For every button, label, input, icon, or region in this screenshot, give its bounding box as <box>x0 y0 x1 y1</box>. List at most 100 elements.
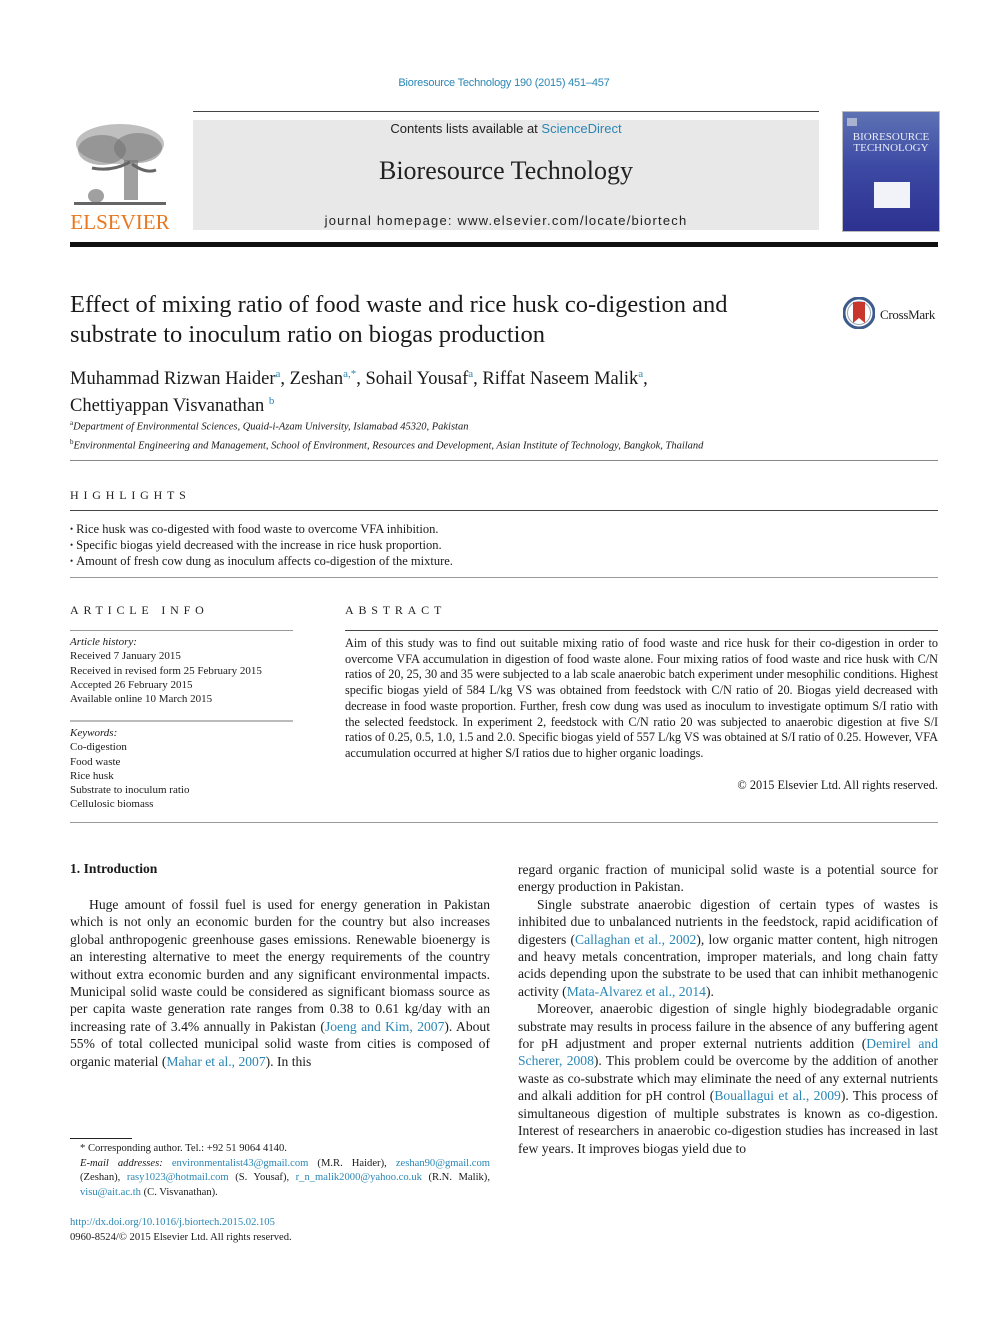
keywords-rule <box>70 720 293 722</box>
citation-link[interactable]: Mahar et al., 2007 <box>166 1054 265 1069</box>
article-history: Article history: Received 7 January 2015… <box>70 635 294 706</box>
crossmark-button[interactable]: CrossMark <box>843 297 943 333</box>
bullet-icon: • <box>70 524 74 534</box>
author-separator: , <box>280 369 290 390</box>
article-title: Effect of mixing ratio of food waste and… <box>70 291 728 348</box>
history-entry: Received in revised form 25 February 201… <box>70 664 262 677</box>
corresponding-author-note: * Corresponding author. Tel.: +92 51 906… <box>80 1143 287 1154</box>
abstract-heading: ABSTRACT <box>345 603 447 617</box>
section-heading-introduction: 1. Introduction <box>70 861 158 876</box>
journal-citation[interactable]: Bioresource Technology 190 (2015) 451–45… <box>0 77 992 89</box>
doi-link[interactable]: http://dx.doi.org/10.1016/j.biortech.201… <box>70 1216 292 1231</box>
journal-citation-link[interactable]: Bioresource Technology 190 (2015) 451–45… <box>398 77 609 89</box>
email-owner: (M.R. Haider), <box>308 1157 396 1169</box>
email-owner: (R.N. Malik), <box>421 1172 490 1183</box>
contents-prefix: Contents lists available at <box>390 121 542 136</box>
cover-figure <box>874 182 910 208</box>
abstract-text: Aim of this study was to find out suitab… <box>345 636 938 760</box>
email-label: E-mail addresses: <box>80 1157 172 1169</box>
keyword: Cellulosic biomass <box>70 798 154 811</box>
author[interactable]: Muhammad Rizwan Haidera <box>70 368 280 389</box>
bullet-icon: • <box>70 556 74 566</box>
history-entry: Received 7 January 2015 <box>70 650 181 663</box>
author[interactable]: Chettiyappan Visvanathan b <box>70 395 275 416</box>
highlights-rule-bottom <box>70 577 938 578</box>
paragraph-text: ). In this <box>265 1053 312 1069</box>
paragraph-text: Huge amount of fossil fuel is used for e… <box>70 897 490 1034</box>
header-thick-rule <box>70 242 938 247</box>
highlight-item: • Rice husk was co-digested with food was… <box>70 521 940 537</box>
journal-cover-image[interactable]: BIORESOURCE TECHNOLOGY <box>842 111 940 232</box>
email-addresses: E-mail addresses: environmentalist43@gma… <box>70 1157 490 1201</box>
cover-title-line2: TECHNOLOGY <box>853 142 929 154</box>
keywords-label: Keywords: <box>70 727 118 739</box>
header-rule <box>193 111 819 112</box>
bullet-icon: • <box>70 540 74 550</box>
title-separator-rule <box>70 460 938 461</box>
issn-copyright: 0960-8524/© 2015 Elsevier Ltd. All right… <box>70 1231 292 1243</box>
highlights-list: • Rice husk was co-digested with food was… <box>70 521 940 569</box>
cover-publisher-mark <box>847 118 857 126</box>
email-link[interactable]: visu@ait.ac.th <box>80 1187 141 1198</box>
affiliation-text: Department of Environmental Sciences, Qu… <box>73 421 469 433</box>
affiliation-text: Environmental Engineering and Management… <box>73 440 704 451</box>
email-link[interactable]: zeshan90@gmail.com <box>396 1158 490 1169</box>
highlight-text: Amount of fresh cow dung as inoculum aff… <box>76 554 453 568</box>
citation-link[interactable]: Mata-Alvarez et al., 2014 <box>567 984 706 999</box>
keyword: Food waste <box>70 755 121 768</box>
email-link[interactable]: r_n_malik2000@yahoo.co.uk <box>296 1172 422 1183</box>
highlight-text: Specific biogas yield decreased with the… <box>76 538 442 552</box>
elsevier-logo: ELSEVIER <box>70 120 174 234</box>
doi-block: http://dx.doi.org/10.1016/j.biortech.201… <box>70 1216 292 1245</box>
highlight-text: Rice husk was co-digested with food wast… <box>76 522 439 536</box>
author-affil-link[interactable]: a,* <box>343 368 356 380</box>
body-paragraph: Single substrate anaerobic digestion of … <box>518 896 938 1000</box>
cover-title: BIORESOURCE TECHNOLOGY <box>843 132 939 154</box>
footnotes: * Corresponding author. Tel.: +92 51 906… <box>70 1142 490 1200</box>
abstract-copyright: © 2015 Elsevier Ltd. All rights reserved… <box>737 778 938 792</box>
article-info-rule <box>70 630 293 631</box>
author-name: Riffat Naseem Malik <box>482 369 639 390</box>
journal-banner: Contents lists available at ScienceDirec… <box>193 120 819 230</box>
citation-link[interactable]: Callaghan et al., 2002 <box>575 932 696 947</box>
elsevier-tree-icon <box>72 122 168 208</box>
email-link[interactable]: rasy1023@hotmail.com <box>127 1172 229 1183</box>
affiliation: bEnvironmental Engineering and Managemen… <box>70 435 930 454</box>
author[interactable]: Zeshana,* <box>289 368 357 390</box>
email-owner: (S. Yousaf), <box>228 1172 296 1183</box>
author[interactable]: Sohail Yousafa <box>365 368 473 390</box>
journal-homepage[interactable]: journal homepage: www.elsevier.com/locat… <box>193 213 819 228</box>
history-entry: Accepted 26 February 2015 <box>70 678 193 691</box>
body-column-right: regard organic fraction of municipal sol… <box>518 861 938 1157</box>
sciencedirect-link[interactable]: ScienceDirect <box>541 121 621 136</box>
citation-link[interactable]: Bouallagui et al., 2009 <box>714 1088 841 1103</box>
author-list: Muhammad Rizwan Haidera, Zeshana,*, Soha… <box>70 363 890 417</box>
body-column-left: Huge amount of fossil fuel is used for e… <box>70 896 490 1070</box>
article-history-label: Article history: <box>70 636 137 648</box>
author-affil-link[interactable]: b <box>269 395 275 407</box>
affiliation: aDepartment of Environmental Sciences, Q… <box>70 416 930 435</box>
keywords: Keywords: Co-digestion Food waste Rice h… <box>70 726 294 812</box>
author-name: Zeshan <box>289 369 344 390</box>
highlights-rule-top <box>70 510 938 511</box>
highlight-item: • Specific biogas yield decreased with th… <box>70 537 940 553</box>
citation-link[interactable]: Joeng and Kim, 2007 <box>325 1019 444 1034</box>
email-link[interactable]: environmentalist43@gmail.com <box>172 1158 309 1169</box>
keyword: Rice husk <box>70 769 114 782</box>
author[interactable]: Riffat Naseem Malika <box>482 368 643 390</box>
body-paragraph: Moreover, anaerobic digestion of single … <box>518 1000 938 1157</box>
affiliations: aDepartment of Environmental Sciences, Q… <box>70 416 930 453</box>
author-name: Sohail Yousaf <box>365 369 469 390</box>
paragraph-text: ). <box>705 983 714 999</box>
author-separator: , <box>643 369 648 390</box>
footnote-rule <box>70 1138 132 1139</box>
highlights-heading: HIGHLIGHTS <box>70 488 191 502</box>
journal-title: Bioresource Technology <box>378 156 634 185</box>
email-owner: (Zeshan), <box>80 1172 127 1183</box>
article-info-heading: ARTICLE INFO <box>70 603 209 617</box>
crossmark-label: CrossMark <box>880 307 936 322</box>
email-owner: (C. Visvanathan). <box>140 1186 218 1198</box>
body-paragraph: Huge amount of fossil fuel is used for e… <box>70 896 490 1070</box>
highlight-item: • Amount of fresh cow dung as inoculum af… <box>70 553 940 569</box>
keyword: Co-digestion <box>70 741 127 754</box>
